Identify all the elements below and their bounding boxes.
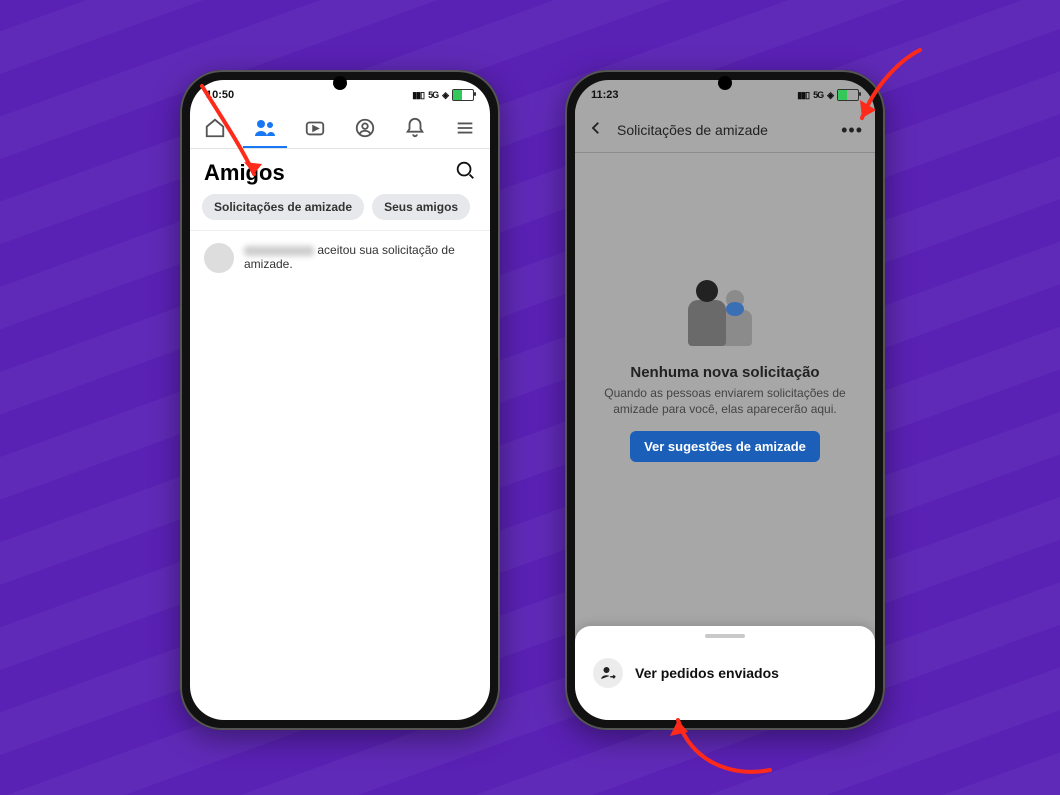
battery-icon [837, 89, 859, 101]
sheet-grab-handle[interactable] [705, 634, 745, 638]
wifi-icon: ◈ [827, 90, 833, 101]
phone-camera-notch [718, 76, 732, 90]
chip-your-friends[interactable]: Seus amigos [372, 194, 470, 220]
nav-menu-icon[interactable] [453, 116, 477, 140]
network-label: 5G [813, 90, 823, 100]
see-suggestions-button[interactable]: Ver sugestões de amizade [630, 431, 820, 462]
nav-profile-icon[interactable] [353, 116, 377, 140]
background-pattern [0, 0, 1060, 795]
notification-text: aceitou sua solicitação de amizade. [244, 243, 476, 273]
status-time: 11:23 [591, 89, 619, 101]
empty-title: Nenhuma nova solicitação [630, 364, 819, 381]
friend-accept-notification[interactable]: aceitou sua solicitação de amizade. [190, 231, 490, 285]
nav-watch-icon[interactable] [303, 116, 327, 140]
people-illustration-icon [680, 280, 770, 350]
nav-notifications-icon[interactable] [403, 116, 427, 140]
phone-camera-notch [333, 76, 347, 90]
empty-state: Nenhuma nova solicitação Quando as pesso… [575, 280, 875, 462]
redacted-name [244, 246, 314, 256]
battery-icon [452, 89, 474, 101]
wifi-icon: ◈ [442, 90, 448, 101]
page-title: Amigos [204, 160, 285, 186]
sheet-item-label: Ver pedidos enviados [635, 665, 779, 681]
phone-mockup-2: 11:23 ▮▮▯ 5G ◈ Solicitações de amizade •… [565, 70, 885, 730]
header-title: Solicitações de amizade [617, 122, 829, 138]
avatar [204, 243, 234, 273]
search-icon[interactable] [454, 159, 476, 186]
phone-mockup-1: 10:50 ▮▮▯ 5G ◈ [180, 70, 500, 730]
screen-friends: 10:50 ▮▮▯ 5G ◈ [190, 80, 490, 720]
requests-header: Solicitações de amizade ••• [575, 108, 875, 153]
empty-body: Quando as pessoas enviarem solicitações … [603, 385, 847, 417]
signal-icon: ▮▮▯ [412, 90, 424, 101]
signal-icon: ▮▮▯ [797, 90, 809, 101]
back-icon[interactable] [587, 119, 605, 142]
nav-home-icon[interactable] [203, 116, 227, 140]
more-options-icon[interactable]: ••• [841, 120, 863, 141]
nav-friends-icon[interactable] [253, 116, 277, 140]
network-label: 5G [428, 90, 438, 100]
chip-friend-requests[interactable]: Solicitações de amizade [202, 194, 364, 220]
see-sent-requests-item[interactable]: Ver pedidos enviados [575, 648, 875, 698]
person-arrow-icon [593, 658, 623, 688]
status-time: 10:50 [206, 89, 234, 101]
fb-top-nav [190, 108, 490, 149]
screen-requests: 11:23 ▮▮▯ 5G ◈ Solicitações de amizade •… [575, 80, 875, 720]
bottom-sheet: Ver pedidos enviados [575, 626, 875, 720]
